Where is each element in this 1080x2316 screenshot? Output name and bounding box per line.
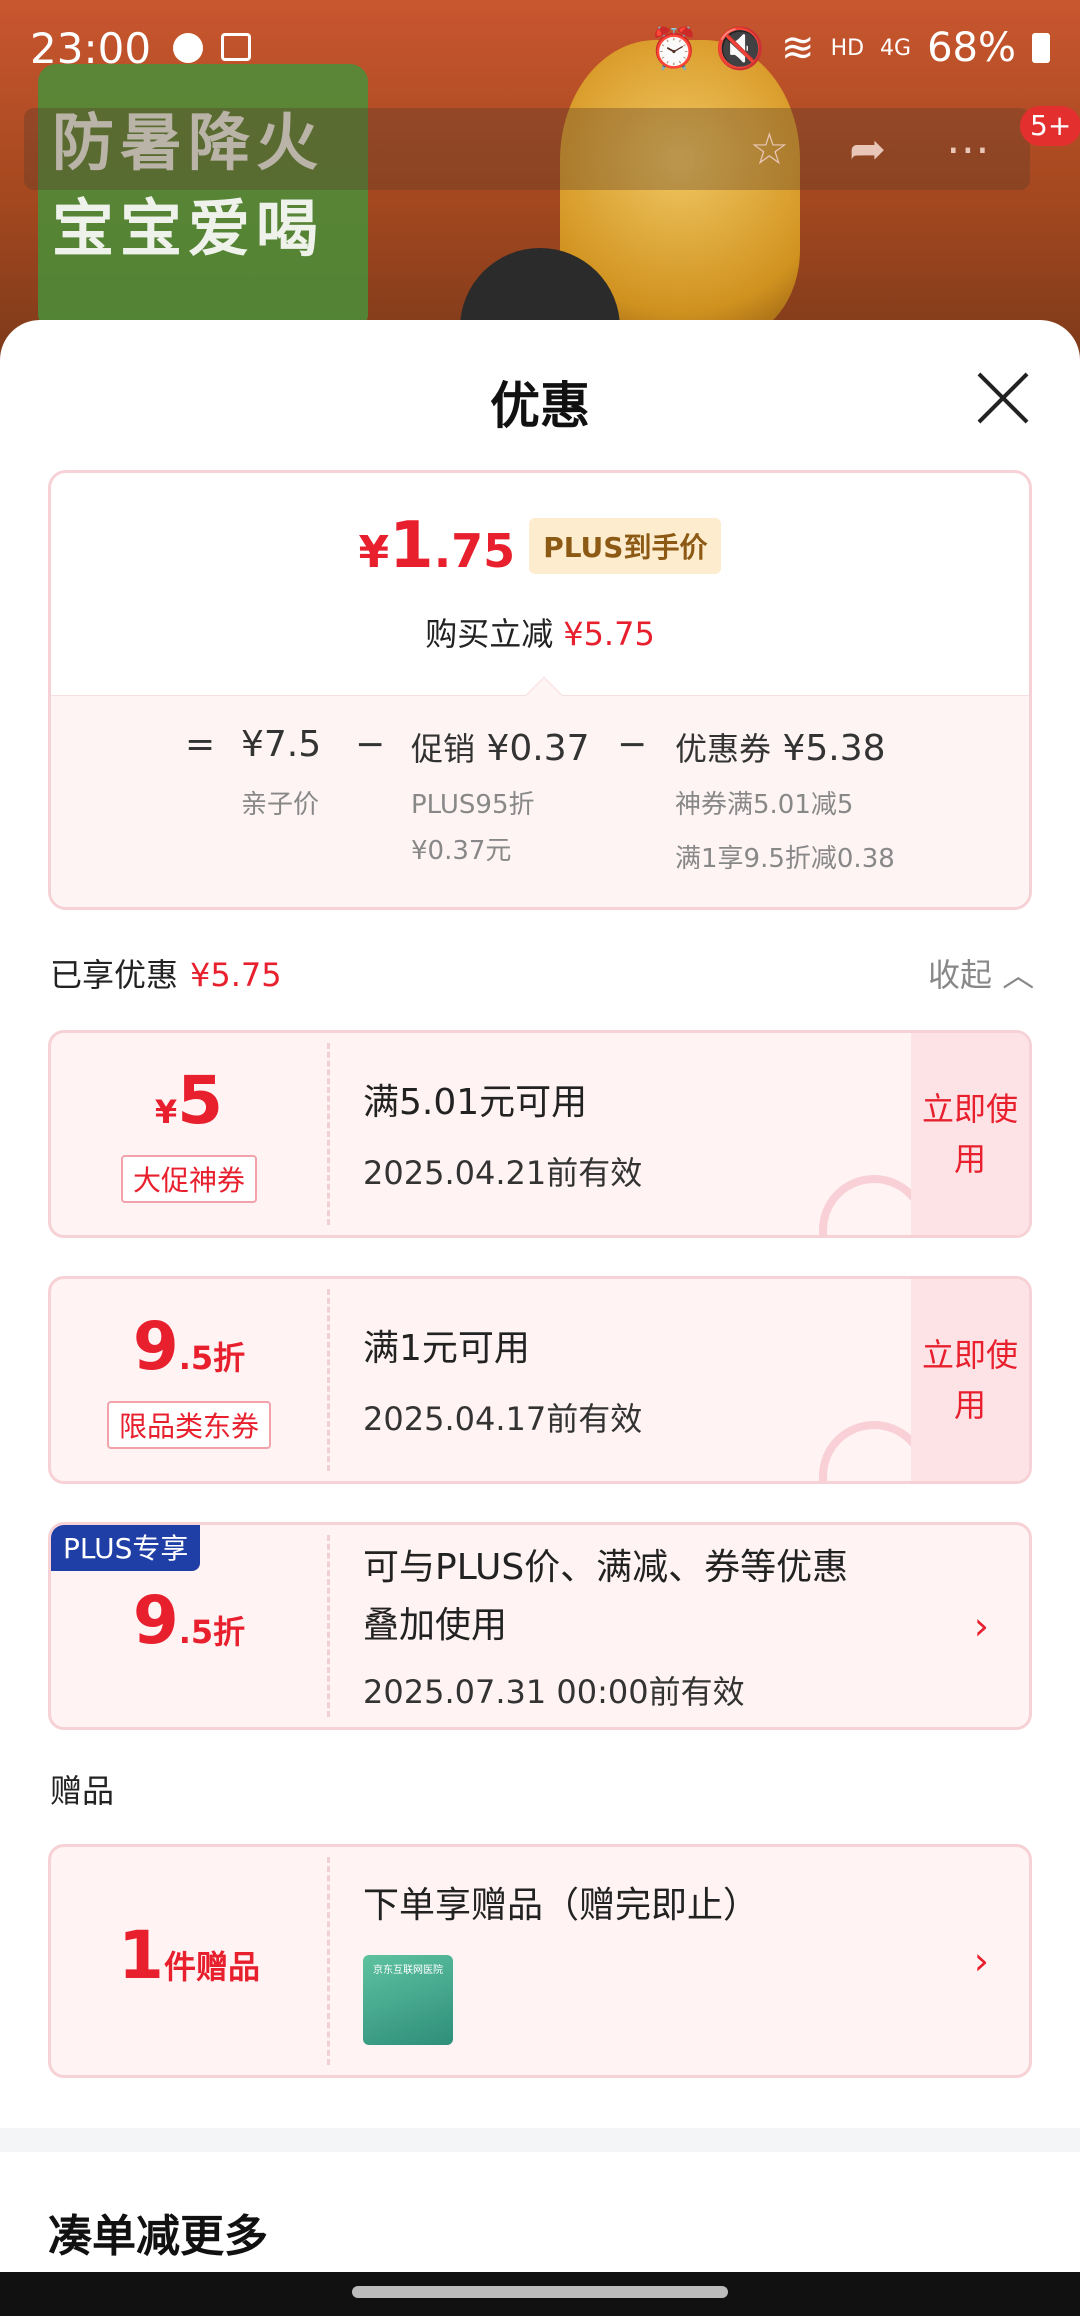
use-now-button[interactable]: 立即使用 <box>911 1279 1029 1481</box>
plus-desc-line2: 叠加使用 <box>363 1605 508 1646</box>
status-time: 23:00 <box>30 23 152 73</box>
cart-badge: 5+ <box>1020 106 1080 146</box>
close-icon[interactable] <box>975 370 1031 426</box>
promo-desc-1: PLUS95折 <box>411 790 535 820</box>
plus-price-tag: PLUS到手价 <box>529 518 722 574</box>
section-separator <box>0 2128 1080 2152</box>
coupon-desc-1: 神券满5.01减5 <box>675 790 854 820</box>
coupon-card-2[interactable]: 9.5折 限品类东券 满1元可用 2025.04.17前有效 立即使用 <box>48 1276 1032 1484</box>
coupon-amount: 优惠券 ¥5.38 <box>675 728 886 769</box>
sheet-title: 优惠 <box>490 377 590 435</box>
base-price-label: 亲子价 <box>241 790 320 820</box>
plus-discount-value: 9.5折 <box>132 1581 246 1659</box>
plus-desc-line1: 可与PLUS价、满减、券等优惠 <box>363 1547 849 1588</box>
star-icon[interactable]: ☆ <box>750 124 789 175</box>
coupon-value: 9.5折 <box>132 1307 246 1385</box>
more-deals-title: 凑单减更多 <box>48 2211 268 2262</box>
mute-icon: 🔇 <box>715 25 766 72</box>
dashed-divider <box>327 1857 330 2065</box>
dnd-icon <box>173 33 204 63</box>
chevron-right-icon: › <box>973 1939 989 1983</box>
signal-icon: 4G <box>880 35 912 61</box>
coupon-expiry: 2025.04.17前有效 <box>363 1400 643 1438</box>
coupon-tag: 限品类东券 <box>106 1400 271 1449</box>
system-nav-bar <box>0 2272 1080 2316</box>
gift-desc: 下单享赠品（赠完即止） <box>363 1885 760 1926</box>
minus-sign-1: − <box>355 724 386 765</box>
enjoyed-discount: 已享优惠 ¥5.75 <box>50 956 282 994</box>
promo-desc-2: ¥0.37元 <box>411 836 512 866</box>
gift-card[interactable]: 1件赠品 下单享赠品（赠完即止） 京东互联网医院 › <box>48 1844 1032 2078</box>
gift-thumbnail: 京东互联网医院 <box>363 1955 453 2045</box>
chevron-right-icon: › <box>973 1604 989 1648</box>
gift-section-title: 赠品 <box>50 1772 115 1810</box>
hd-label: HD <box>830 35 865 61</box>
coupon-condition: 满5.01元可用 <box>363 1082 588 1123</box>
dashed-divider <box>327 1043 330 1225</box>
more-icon[interactable]: ⋯ <box>946 124 990 175</box>
chevron-up-icon: ︿ <box>1002 956 1035 994</box>
home-gesture-handle[interactable] <box>352 2286 728 2298</box>
gallery-icon <box>221 33 252 61</box>
dashed-divider <box>327 1289 330 1471</box>
collapse-button[interactable]: 收起 ︿ <box>928 950 1034 996</box>
final-price: ¥1.75 <box>358 509 516 583</box>
coupon-desc-2: 满1享9.5折减0.38 <box>675 844 895 874</box>
battery-icon <box>1032 33 1050 63</box>
dashed-divider <box>327 1535 330 1717</box>
base-price: ¥7.5 <box>241 724 322 765</box>
equals-sign: = <box>185 724 216 765</box>
price-summary-card: ¥1.75 PLUS到手价 购买立减 ¥5.75 = ¥7.5 亲子价 − 促销 … <box>48 470 1032 910</box>
plus-expiry: 2025.07.31 00:00前有效 <box>363 1673 745 1711</box>
reduce-summary: 购买立减 ¥5.75 <box>425 615 655 653</box>
coupon-expiry: 2025.04.21前有效 <box>363 1154 643 1192</box>
coupon-value: ¥5 <box>154 1061 224 1139</box>
slogan-line-2: 宝宝爱喝 <box>52 192 325 265</box>
plus-discount-card[interactable]: PLUS专享 9.5折 可与PLUS价、满减、券等优惠 叠加使用 2025.07… <box>48 1522 1032 1730</box>
gift-count: 1件赠品 <box>118 1916 260 1994</box>
product-top-bar: ☆ ➦ ⋯ <box>24 108 1030 190</box>
alarm-icon: ⏰ <box>649 25 700 72</box>
coupon-card-1[interactable]: ¥5 大促神券 满5.01元可用 2025.04.21前有效 立即使用 <box>48 1030 1032 1238</box>
coupon-condition: 满1元可用 <box>363 1328 530 1369</box>
coupon-tag: 大促神券 <box>120 1154 257 1203</box>
share-icon[interactable]: ➦ <box>849 124 886 175</box>
wifi-icon: ≋ <box>781 25 815 71</box>
status-bar: 23:00 ⏰ 🔇 ≋ HD 4G 68% <box>0 0 1080 96</box>
promo-amount: 促销 ¥0.37 <box>411 728 590 769</box>
minus-sign-2: − <box>617 724 648 765</box>
battery-level: 68% <box>927 25 1016 71</box>
use-now-button[interactable]: 立即使用 <box>911 1033 1029 1235</box>
